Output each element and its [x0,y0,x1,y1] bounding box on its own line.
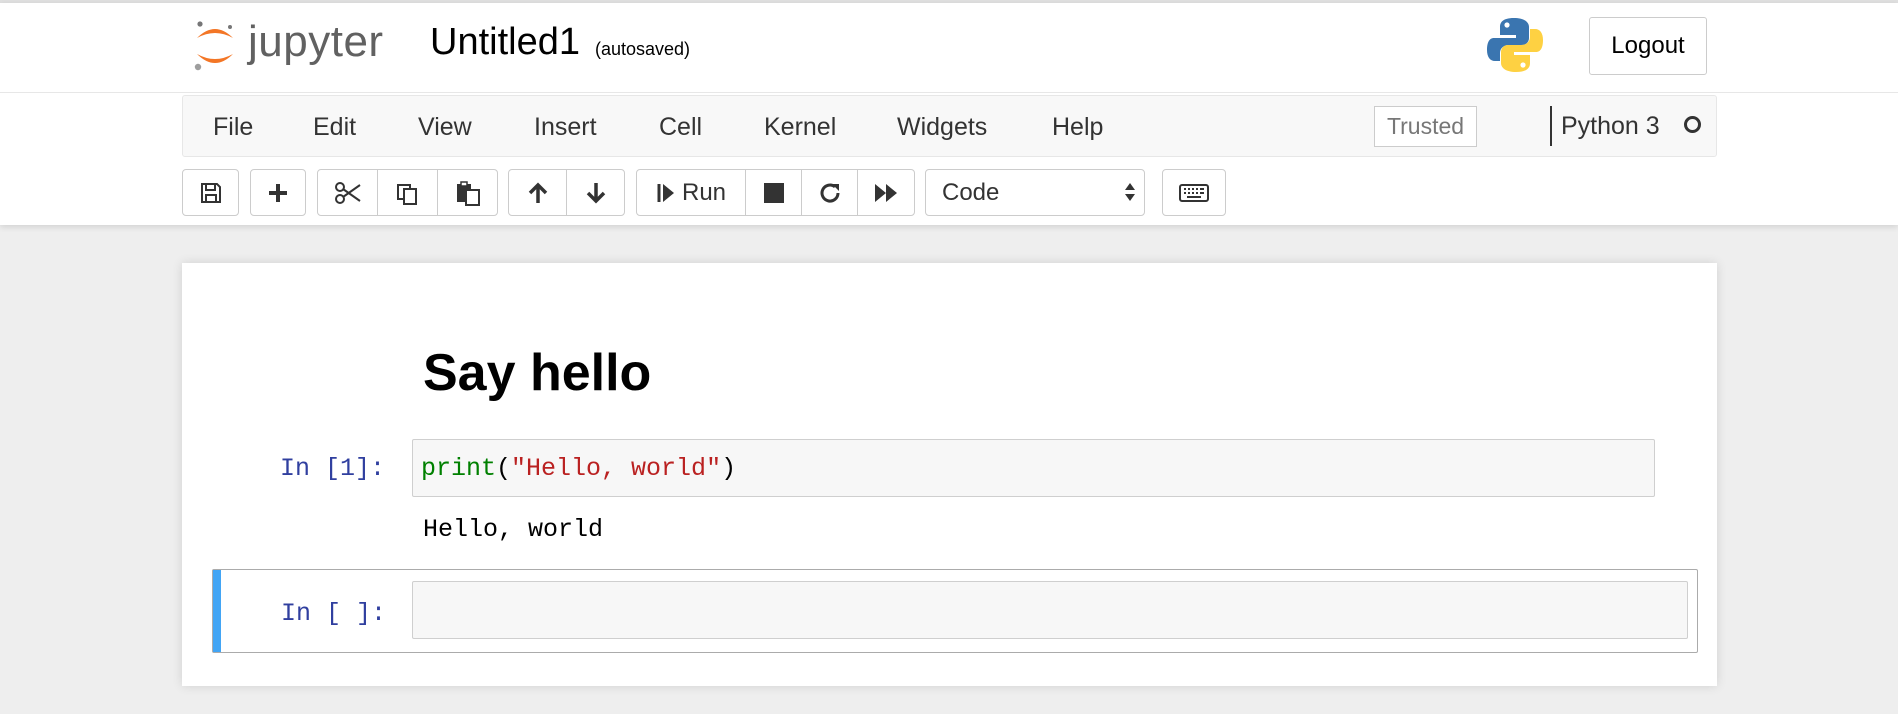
selection-indicator [213,570,221,652]
menu-widgets[interactable]: Widgets [897,113,987,142]
menu-help[interactable]: Help [1052,113,1103,142]
keyboard-icon [1179,183,1209,202]
menu-edit[interactable]: Edit [313,113,356,142]
notebook-container: Say hello In [1]: print("Hello, world") … [182,263,1717,686]
code-token-string: "Hello, world" [511,454,722,483]
header-divider [0,92,1898,93]
menu-kernel[interactable]: Kernel [764,113,836,142]
kernel-name[interactable]: Python 3 [1561,112,1660,141]
cell-type-select[interactable]: Code [925,169,1145,216]
kernel-separator [1550,106,1552,146]
plus-icon [269,183,287,202]
python-logo-icon [1487,18,1543,72]
move-down-button[interactable] [566,169,625,216]
jupyter-logo-text: jupyter [248,17,384,66]
input-prompt: In [1]: [279,454,385,483]
menu-insert[interactable]: Insert [534,113,597,142]
cut-icon [334,181,361,204]
move-up-button[interactable] [508,169,567,216]
restart-run-all-button[interactable] [857,169,915,216]
fast-forward-icon [875,183,897,202]
menubar: File Edit View Insert Cell Kernel Widget… [182,95,1717,157]
paste-button[interactable] [437,169,498,216]
save-icon [200,182,221,203]
stop-icon [763,182,784,203]
code-input-empty[interactable] [412,581,1688,639]
restart-button[interactable] [801,169,858,216]
copy-icon [396,183,417,205]
menu-file[interactable]: File [213,113,253,142]
autosave-status: (autosaved) [595,39,691,59]
notebook-header: jupyter Untitled1 (autosaved) Logout Fil… [0,3,1898,225]
cut-button[interactable] [317,169,378,216]
menu-cell[interactable]: Cell [659,113,702,142]
select-arrows-icon [1125,183,1135,201]
arrow-down-icon [586,182,605,203]
interrupt-button[interactable] [745,169,802,216]
paste-icon [456,180,480,206]
refresh-icon [820,183,840,202]
jupyter-logo-icon[interactable] [192,18,238,74]
run-label: Run [681,178,727,206]
code-input[interactable]: print("Hello, world") [412,439,1655,497]
cell-type-value: Code [942,178,1000,206]
save-button[interactable] [182,169,239,216]
notebook-title[interactable]: Untitled1 [430,21,580,64]
copy-button[interactable] [377,169,438,216]
menu-view[interactable]: View [418,113,472,142]
logout-button[interactable]: Logout [1589,17,1707,75]
code-token-paren: ( [496,454,512,483]
trusted-indicator[interactable]: Trusted [1374,106,1477,147]
kernel-idle-icon [1684,116,1701,133]
cell-output: Hello, world [423,515,604,544]
input-prompt: In [ ]: [280,599,386,628]
selected-cell[interactable]: In [ ]: [212,569,1698,653]
code-token-paren: ) [721,454,737,483]
insert-cell-button[interactable] [250,169,306,216]
markdown-heading[interactable]: Say hello [423,343,651,403]
command-palette-button[interactable] [1162,169,1226,216]
arrow-up-icon [528,182,547,203]
run-button[interactable]: Run [636,169,746,216]
step-forward-icon [657,183,674,202]
code-token-builtin: print [421,454,497,483]
code-line: print("Hello, world") [421,454,736,483]
